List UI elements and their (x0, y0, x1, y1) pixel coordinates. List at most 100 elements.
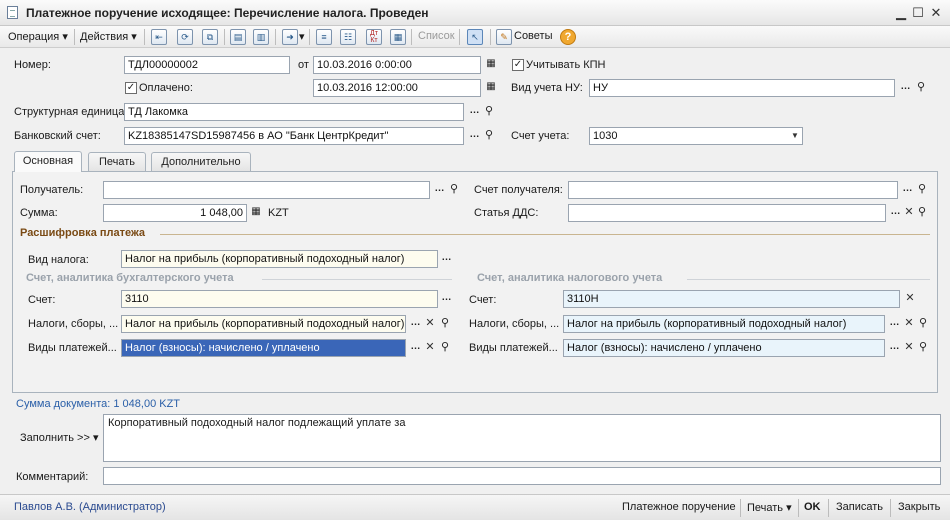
purpose-textarea[interactable]: Корпоративный подоходный налог подлежащи… (103, 414, 941, 462)
tab-main[interactable]: Основная (14, 151, 82, 172)
account-field[interactable]: 1030 (589, 127, 803, 145)
nu-payments-field[interactable]: Налог (взносы): начислено / уплачено (563, 339, 885, 357)
cursor-icon[interactable]: ↖ (467, 29, 483, 45)
ok-button[interactable]: OK (804, 501, 821, 513)
select-button[interactable]: … (897, 79, 913, 97)
select-button[interactable]: … (407, 315, 423, 333)
nu-payments-label: Виды платежей... (469, 342, 558, 354)
date-field[interactable]: 10.03.2016 0:00:00 (313, 56, 481, 74)
search-icon[interactable]: ⚲ (446, 181, 462, 199)
recipient-label: Получатель: (20, 184, 84, 196)
status-bar: Павлов А.В. (Администратор) Платежное по… (0, 494, 950, 520)
subordination-icon[interactable]: ☷ (340, 29, 356, 45)
search-icon[interactable]: ⚲ (915, 315, 931, 333)
print-icon[interactable]: ▥ (253, 29, 269, 45)
select-button[interactable]: … (466, 127, 482, 145)
unit-field[interactable]: ТД Лакомка (124, 103, 464, 121)
select-button[interactable]: … (466, 103, 482, 121)
select-button[interactable]: … (886, 315, 902, 333)
buh-taxes-field[interactable]: Налог на прибыль (корпоративный подоходн… (121, 315, 406, 333)
section-divider (160, 234, 930, 235)
paid-checkbox[interactable]: ✓ (125, 82, 137, 94)
buh-account-field[interactable]: 3110 (121, 290, 438, 308)
search-icon[interactable]: ⚲ (437, 315, 453, 333)
select-button[interactable]: … (438, 250, 454, 268)
toolbar-separator (411, 29, 412, 45)
toolbar-separator (459, 29, 460, 45)
number-field[interactable]: ТДЛ00000002 (124, 56, 290, 74)
report-icon[interactable]: ▦ (390, 29, 406, 45)
search-icon[interactable]: ⚲ (915, 339, 931, 357)
calendar-icon[interactable]: ▦ (483, 56, 499, 74)
tab-additional[interactable]: Дополнительно (151, 152, 251, 171)
search-icon[interactable]: ⚲ (481, 127, 497, 145)
list-button[interactable]: Список (418, 30, 455, 42)
recipient-account-field[interactable] (568, 181, 898, 199)
save-button[interactable]: Записать (836, 501, 883, 513)
dds-field[interactable] (568, 204, 886, 222)
nu-account-field[interactable]: 3110Н (563, 290, 900, 308)
dt-kt-icon[interactable]: Дт Кт (366, 29, 382, 45)
title-bar: Платежное поручение исходящее: Перечисле… (0, 0, 950, 26)
go-icon[interactable]: ➜ (282, 29, 298, 45)
select-button[interactable]: … (438, 290, 454, 308)
clear-icon[interactable]: ✕ (422, 315, 438, 333)
select-button[interactable]: … (431, 181, 447, 199)
print-button[interactable]: Печать ▾ (747, 501, 792, 514)
doc-sum-label: Сумма документа: 1 048,00 KZT (16, 398, 181, 410)
search-icon[interactable]: ⚲ (437, 339, 453, 357)
tips-button[interactable]: Советы (514, 30, 552, 42)
sum-field[interactable]: 1 048,00 (103, 204, 247, 222)
copy-icon[interactable]: ⧉ (202, 29, 218, 45)
select-button[interactable]: … (407, 339, 423, 357)
help-icon[interactable]: ? (560, 29, 576, 45)
tax-type-label: Вид налога: (28, 254, 89, 266)
search-icon[interactable]: ⚲ (914, 181, 930, 199)
search-icon[interactable]: ⚲ (914, 204, 930, 222)
recipient-account-label: Счет получателя: (474, 184, 563, 196)
tax-type-field[interactable]: Налог на прибыль (корпоративный подоходн… (121, 250, 438, 268)
refresh-icon[interactable]: ⟳ (177, 29, 193, 45)
calendar-icon[interactable]: ▦ (483, 79, 499, 97)
go-dropdown-icon[interactable]: ▾ (299, 30, 305, 43)
comment-field[interactable] (103, 467, 941, 485)
paid-label: Оплачено: (139, 82, 193, 94)
tab-print[interactable]: Печать (88, 152, 146, 171)
bank-field[interactable]: KZ18385147SD15987456 в АО "Банк ЦентрКре… (124, 127, 464, 145)
post-icon[interactable]: ⇤ (151, 29, 167, 45)
buh-payments-label: Виды платежей... (28, 342, 117, 354)
nu-field[interactable]: НУ (589, 79, 895, 97)
status-separator (740, 499, 741, 517)
close-icon[interactable]: ✕ (928, 5, 944, 21)
select-button[interactable]: … (886, 339, 902, 357)
tips-icon[interactable]: ✎ (496, 29, 512, 45)
operation-menu[interactable]: Операция ▾ (8, 30, 68, 43)
toolbar-separator (309, 29, 310, 45)
minimize-icon[interactable]: ▁ (893, 5, 909, 21)
kpn-checkbox[interactable]: ✓ (512, 59, 524, 71)
close-button[interactable]: Закрыть (898, 501, 940, 513)
buh-payments-field[interactable]: Налог (взносы): начислено / уплачено (121, 339, 406, 357)
paid-date-field[interactable]: 10.03.2016 12:00:00 (313, 79, 481, 97)
chevron-down-icon[interactable]: ▼ (788, 127, 802, 145)
select-button[interactable]: … (899, 181, 915, 199)
search-icon[interactable]: ⚲ (913, 79, 929, 97)
clear-icon[interactable]: ✕ (422, 339, 438, 357)
toolbar-separator (275, 29, 276, 45)
maximize-icon[interactable]: ☐ (910, 5, 926, 21)
actions-menu[interactable]: Действия ▾ (80, 30, 137, 43)
nu-taxes-field[interactable]: Налог на прибыль (корпоративный подоходн… (563, 315, 885, 333)
fill-button[interactable]: Заполнить >> ▾ (20, 431, 98, 444)
recipient-field[interactable] (103, 181, 430, 199)
status-separator (828, 499, 829, 517)
decode-section-title: Расшифровка платежа (20, 227, 146, 239)
window-title: Платежное поручение исходящее: Перечисле… (26, 6, 429, 20)
structure-icon[interactable]: ≡ (316, 29, 332, 45)
buh-taxes-label: Налоги, сборы, ... (28, 318, 119, 330)
calculator-icon[interactable]: ▦ (248, 204, 264, 222)
clear-icon[interactable]: ✕ (902, 290, 918, 308)
fill-icon[interactable]: ▤ (230, 29, 246, 45)
currency-label: KZT (268, 207, 289, 219)
payment-order-button[interactable]: Платежное поручение (622, 501, 736, 513)
search-icon[interactable]: ⚲ (481, 103, 497, 121)
